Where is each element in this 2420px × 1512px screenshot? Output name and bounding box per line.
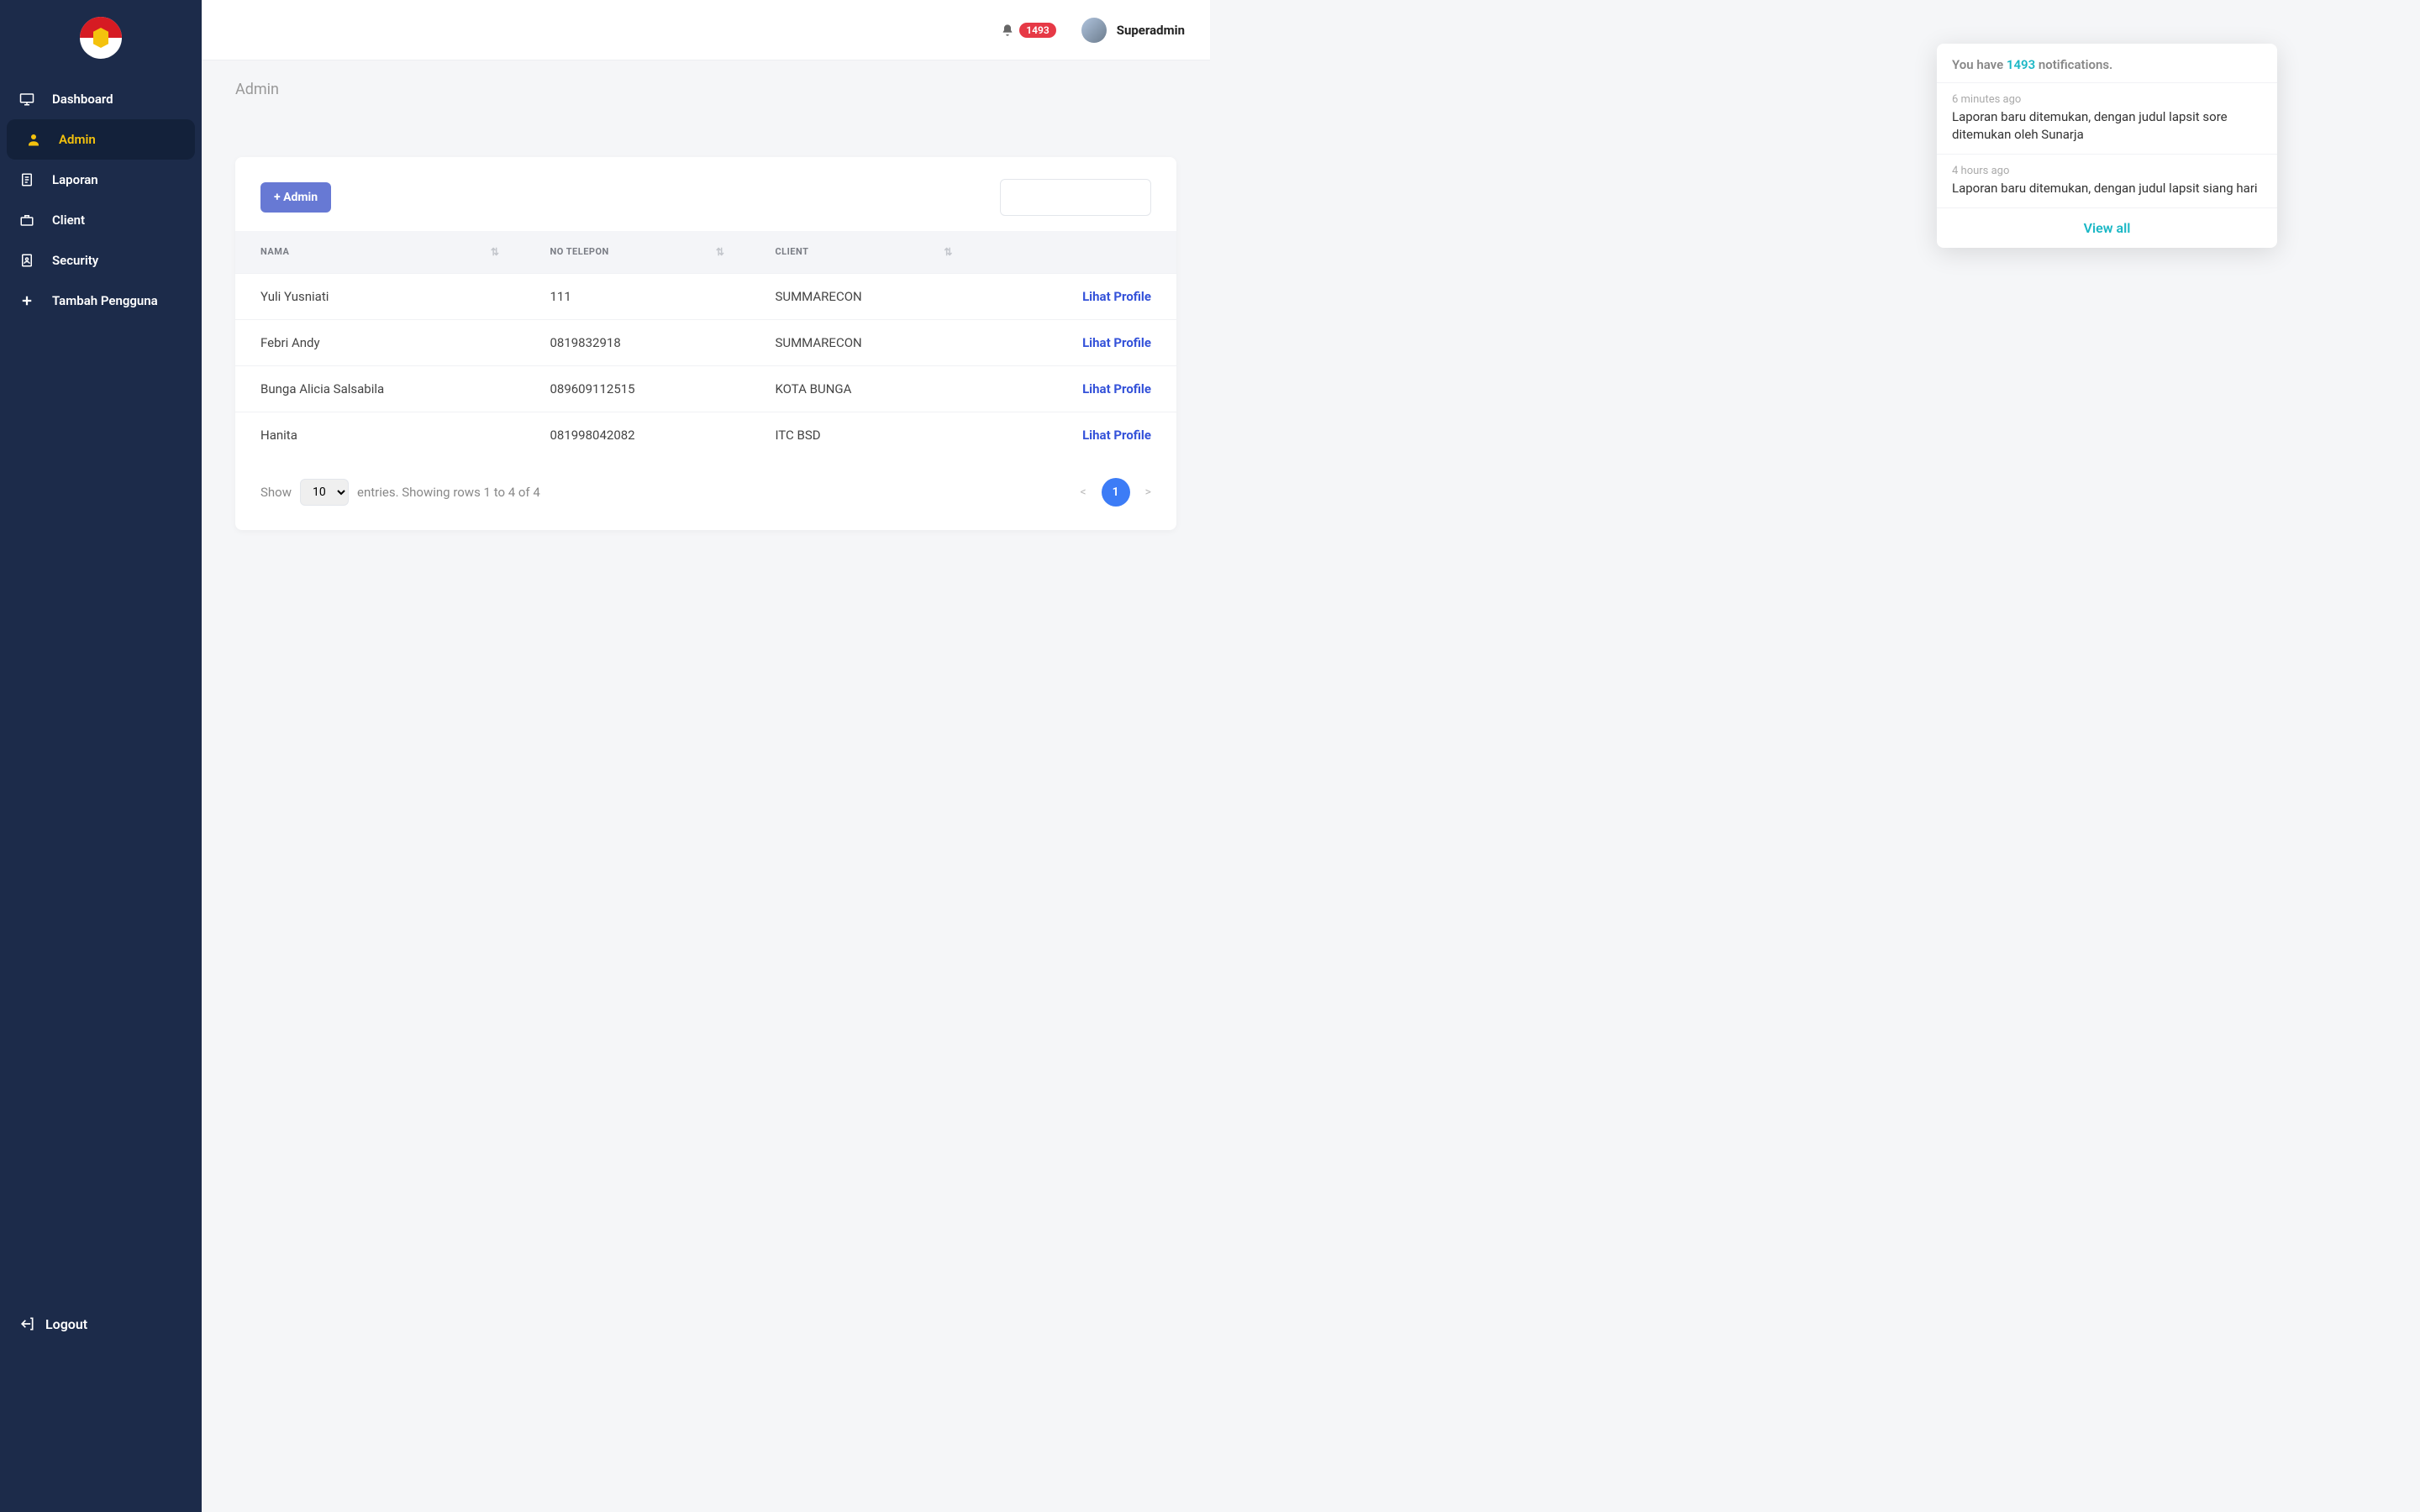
pager-prev[interactable]: < [1081,486,1086,499]
notification-time: 6 minutes ago [1952,93,2262,106]
table-row: Yuli Yusniati111SUMMARECONLihat Profile [235,274,1176,320]
id-badge-icon [18,252,35,269]
sort-icon: ⇅ [944,246,953,258]
notification-time: 4 hours ago [1952,165,2262,177]
col-action [978,231,1176,274]
pager-page-1[interactable]: 1 [1102,478,1130,507]
cell-nama: Hanita [235,412,524,459]
sidebar-item-label: Security [52,253,98,268]
table-footer: Show 10 entries. Showing rows 1 to 4 of … [235,458,1176,507]
view-profile-link[interactable]: Lihat Profile [978,274,1176,320]
sidebar: Dashboard Admin Laporan Client Security … [0,0,202,1512]
entries-text: entries. Showing rows 1 to 4 of 4 [357,485,540,500]
sort-icon: ⇅ [491,246,500,258]
notification-text: Laporan baru ditemukan, dengan judul lap… [1952,108,2262,144]
sidebar-item-label: Laporan [52,172,98,187]
content: Admin + Admin NAMA⇅ NO TELEPON⇅ CLIENT⇅ … [202,60,1210,550]
pager: < 1 > [1081,478,1151,507]
view-profile-link[interactable]: Lihat Profile [978,366,1176,412]
table-row: Febri Andy0819832918SUMMARECONLihat Prof… [235,320,1176,366]
briefcase-icon [18,212,35,228]
sidebar-item-admin[interactable]: Admin [7,119,195,160]
pager-next[interactable]: > [1145,486,1151,499]
page-title: Admin [235,81,1176,98]
monitor-icon [18,91,35,108]
logout-label: Logout [45,1316,87,1332]
avatar [1081,18,1107,43]
sidebar-item-client[interactable]: Client [0,200,202,240]
cell-telepon: 111 [524,274,750,320]
notification-text: Laporan baru ditemukan, dengan judul lap… [1952,180,2262,197]
logout-button[interactable]: Logout [0,1304,202,1344]
bell-icon [1001,24,1014,37]
cell-telepon: 081998042082 [524,412,750,459]
search-input[interactable] [1000,179,1151,216]
admin-card: + Admin NAMA⇅ NO TELEPON⇅ CLIENT⇅ Yuli Y… [235,157,1176,530]
sidebar-item-laporan[interactable]: Laporan [0,160,202,200]
plus-icon [18,292,35,309]
username: Superadmin [1117,23,1185,38]
user-menu[interactable]: Superadmin [1081,18,1185,43]
sidebar-item-security[interactable]: Security [0,240,202,281]
topbar: 1493 Superadmin [202,0,1210,60]
cell-telepon: 089609112515 [524,366,750,412]
sort-icon: ⇅ [716,246,725,258]
entries-select[interactable]: 10 [300,479,349,506]
view-profile-link[interactable]: Lihat Profile [978,412,1176,459]
notification-item[interactable]: 4 hours ago Laporan baru ditemukan, denga… [1937,154,2277,207]
cell-client: SUMMARECON [750,274,978,320]
sidebar-item-label: Client [52,213,85,228]
notifications-button[interactable]: 1493 [1001,23,1055,38]
table-row: Hanita081998042082ITC BSDLihat Profile [235,412,1176,459]
sidebar-item-tambah-pengguna[interactable]: Tambah Pengguna [0,281,202,321]
view-profile-link[interactable]: Lihat Profile [978,320,1176,366]
nav-menu: Dashboard Admin Laporan Client Security … [0,79,202,321]
notifications-count: 1493 [2007,57,2035,72]
cell-client: SUMMARECON [750,320,978,366]
sidebar-item-dashboard[interactable]: Dashboard [0,79,202,119]
col-telepon[interactable]: NO TELEPON⇅ [524,231,750,274]
notification-badge: 1493 [1019,23,1055,38]
user-icon [25,131,42,148]
col-client[interactable]: CLIENT⇅ [750,231,978,274]
add-admin-button[interactable]: + Admin [260,182,331,213]
card-toolbar: + Admin [235,172,1176,231]
main: 1493 Superadmin Admin + Admin NAMA⇅ NO T… [202,0,1210,550]
logo-wrap [0,8,202,79]
document-icon [18,171,35,188]
logout-icon [18,1315,35,1332]
col-nama[interactable]: NAMA⇅ [235,231,524,274]
sidebar-item-label: Admin [59,132,96,147]
view-all-button[interactable]: View all [1937,207,2277,248]
cell-telepon: 0819832918 [524,320,750,366]
cell-client: KOTA BUNGA [750,366,978,412]
cell-nama: Yuli Yusniati [235,274,524,320]
cell-nama: Bunga Alicia Salsabila [235,366,524,412]
sidebar-item-label: Tambah Pengguna [52,293,158,308]
notification-item[interactable]: 6 minutes ago Laporan baru ditemukan, den… [1937,82,2277,154]
notifications-popover: You have 1493 notifications. 6 minutes a… [1937,44,2277,248]
table-row: Bunga Alicia Salsabila089609112515KOTA B… [235,366,1176,412]
admin-table: NAMA⇅ NO TELEPON⇅ CLIENT⇅ Yuli Yusniati1… [235,231,1176,458]
app-logo[interactable] [80,17,122,59]
notifications-header: You have 1493 notifications. [1937,44,2277,82]
cell-nama: Febri Andy [235,320,524,366]
show-label: Show [260,485,292,500]
cell-client: ITC BSD [750,412,978,459]
sidebar-item-label: Dashboard [52,92,113,107]
